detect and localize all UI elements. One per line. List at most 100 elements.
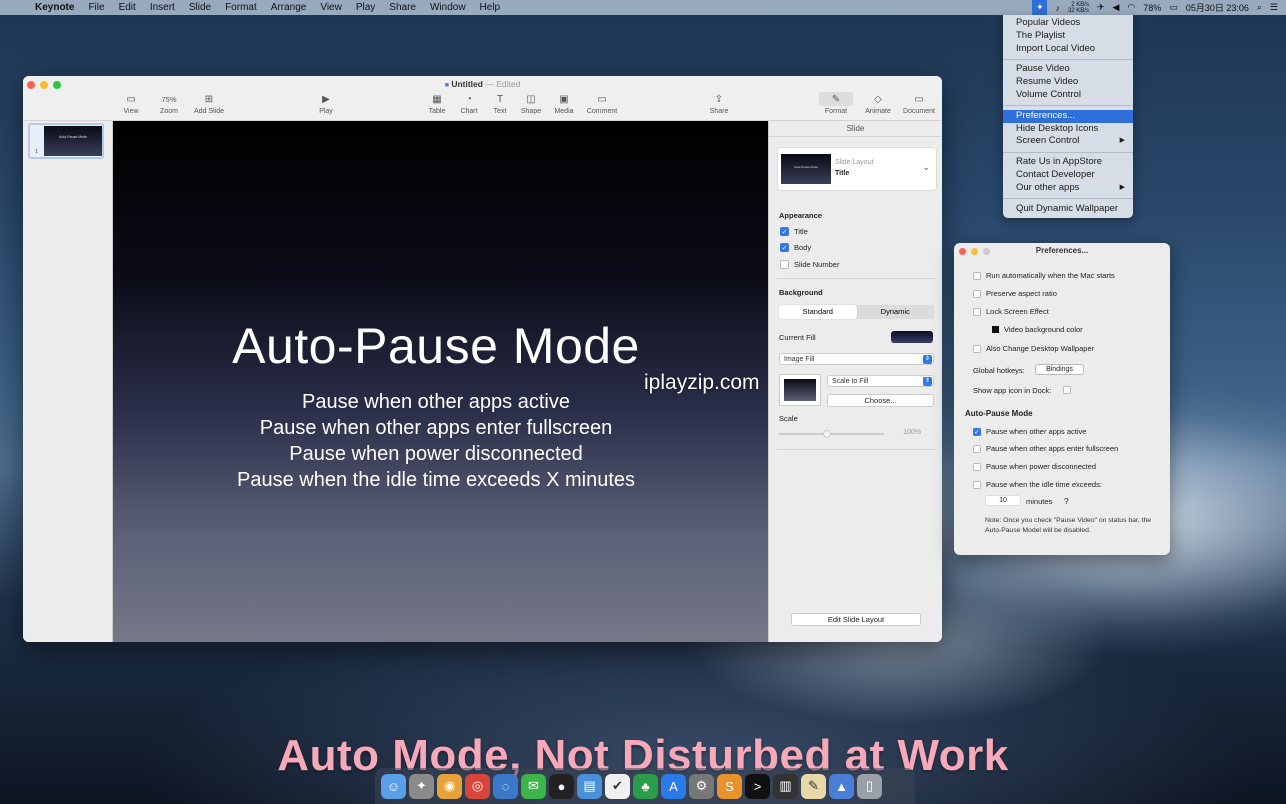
files-icon[interactable]: ▤: [577, 773, 602, 799]
zoom-popup[interactable]: 75% Zoom: [151, 94, 187, 115]
wechat-icon[interactable]: ✉: [521, 773, 546, 799]
media-button[interactable]: ▣ Media: [551, 94, 577, 115]
menu-insert[interactable]: Insert: [143, 2, 182, 13]
clock[interactable]: 05月30日 23:06: [1186, 1, 1249, 14]
launchpad-icon[interactable]: ✦: [409, 773, 434, 799]
pause-fullscreen-row[interactable]: Pause when other apps enter fullscreen: [973, 444, 1118, 453]
lock-screen-checkbox[interactable]: [973, 307, 981, 316]
dock-icon-checkbox[interactable]: [1063, 386, 1071, 394]
pause-power-row[interactable]: Pause when power disconnected: [973, 462, 1096, 471]
menu-window[interactable]: Window: [423, 2, 473, 13]
change-desktop-row[interactable]: Also Change Desktop Wallpaper: [973, 344, 1094, 353]
title-checkbox-row[interactable]: ✓ Title: [780, 227, 808, 236]
play-button[interactable]: ▶ Play: [313, 94, 339, 115]
image-well[interactable]: [779, 374, 821, 406]
lock-screen-row[interactable]: Lock Screen Effect: [973, 307, 1049, 316]
menu-item-rate-us[interactable]: Rate Us in AppStore: [1003, 156, 1133, 169]
menu-edit[interactable]: Edit: [112, 2, 143, 13]
notes-icon[interactable]: ✎: [801, 773, 826, 799]
change-desktop-checkbox[interactable]: [973, 344, 981, 353]
slider-knob[interactable]: [823, 430, 831, 438]
view-button[interactable]: ▭ View: [119, 94, 143, 115]
control-center-icon[interactable]: ☰: [1270, 2, 1278, 13]
music-status-icon[interactable]: ♪: [1055, 3, 1060, 13]
menu-item-resume-video[interactable]: Resume Video: [1003, 76, 1133, 89]
pause-apps-active-row[interactable]: ✓ Pause when other apps active: [973, 427, 1086, 436]
menu-view[interactable]: View: [313, 2, 349, 13]
minimize-button[interactable]: [971, 248, 978, 255]
chrome-icon[interactable]: ◉: [437, 773, 462, 799]
plane-icon[interactable]: ✈: [1097, 2, 1105, 13]
menu-item-hide-desktop-icons[interactable]: Hide Desktop Icons: [1003, 123, 1133, 136]
pause-apps-active-checkbox[interactable]: ✓: [973, 427, 981, 436]
menu-item-contact-developer[interactable]: Contact Developer: [1003, 169, 1133, 182]
dynamic-segment[interactable]: Dynamic: [857, 305, 935, 319]
close-button[interactable]: [959, 248, 966, 255]
menu-help[interactable]: Help: [473, 2, 508, 13]
inspector-tab-slide[interactable]: Slide: [769, 121, 942, 137]
menu-item-pause-video[interactable]: Pause Video: [1003, 63, 1133, 76]
document-button[interactable]: ▭ Document: [900, 94, 938, 115]
edit-slide-layout-button[interactable]: Edit Slide Layout: [791, 613, 921, 626]
menu-item-other-apps[interactable]: Our other apps ▶: [1003, 182, 1133, 195]
menu-play[interactable]: Play: [349, 2, 382, 13]
menu-item-quit[interactable]: Quit Dynamic Wallpaper: [1003, 203, 1133, 216]
body-checkbox-row[interactable]: ✓ Body: [780, 243, 811, 252]
keynote-icon[interactable]: ▲: [829, 773, 854, 799]
format-button[interactable]: ✎ Format: [821, 94, 851, 115]
slide-body[interactable]: Pause when other apps active Pause when …: [113, 389, 759, 493]
menu-file[interactable]: File: [81, 2, 111, 13]
run-automatically-row[interactable]: Run automatically when the Mac starts: [973, 271, 1115, 280]
pause-fullscreen-checkbox[interactable]: [973, 444, 981, 453]
run-automatically-checkbox[interactable]: [973, 271, 981, 280]
browser-icon[interactable]: ◌: [493, 773, 518, 799]
tasks-icon[interactable]: ✔: [605, 773, 630, 799]
add-slide-button[interactable]: ⊞ Add Slide: [191, 94, 227, 115]
volume-icon[interactable]: ◀: [1113, 2, 1120, 13]
bindings-button[interactable]: Bindings: [1035, 364, 1084, 375]
wifi-icon[interactable]: ◠: [1127, 2, 1135, 13]
pause-power-checkbox[interactable]: [973, 462, 981, 471]
table-button[interactable]: ▦ Table: [425, 94, 449, 115]
weibo-icon[interactable]: ◎: [465, 773, 490, 799]
scale-value-field[interactable]: 100%: [889, 427, 933, 439]
evernote-icon[interactable]: ♣: [633, 773, 658, 799]
menu-item-screen-control[interactable]: Screen Control ▶: [1003, 135, 1133, 148]
help-button[interactable]: ?: [1064, 496, 1069, 506]
menu-item-popular-videos[interactable]: Popular Videos: [1003, 17, 1133, 30]
finder-icon[interactable]: ☺: [381, 773, 406, 799]
menu-keynote[interactable]: Keynote: [28, 2, 81, 13]
pause-idle-checkbox[interactable]: [973, 480, 981, 489]
slide-number-checkbox-row[interactable]: Slide Number: [780, 260, 839, 269]
slide-number-checkbox[interactable]: [780, 260, 789, 269]
slide-thumbnail[interactable]: 1 Auto-Pause Mode: [28, 123, 104, 159]
dynamic-wallpaper-status-icon[interactable]: ✦: [1032, 0, 1048, 15]
current-fill-swatch[interactable]: [891, 331, 933, 343]
menu-arrange[interactable]: Arrange: [264, 2, 314, 13]
appstore-icon[interactable]: A: [661, 773, 686, 799]
choose-image-button[interactable]: Choose...: [827, 394, 934, 407]
search-icon[interactable]: ⌕: [1257, 2, 1262, 13]
menu-item-playlist[interactable]: The Playlist: [1003, 30, 1133, 43]
menu-item-import-local-video[interactable]: Import Local Video: [1003, 43, 1133, 56]
activity-monitor-icon[interactable]: ▥: [773, 773, 798, 799]
body-checkbox[interactable]: ✓: [780, 243, 789, 252]
color-well[interactable]: [992, 326, 999, 333]
slide-title[interactable]: Auto-Pause Mode: [113, 317, 759, 375]
trash-icon[interactable]: ▯: [857, 773, 882, 799]
chart-button[interactable]: ◔ Chart: [457, 94, 481, 115]
fill-type-popup[interactable]: Image Fill ⇕: [779, 353, 934, 365]
slide-layout-picker[interactable]: Auto-Pause Mode Slide Layout Title ⌄: [777, 147, 937, 191]
scale-mode-popup[interactable]: Scale to Fill ⇕: [827, 375, 934, 387]
pause-idle-row[interactable]: Pause when the idle time exceeds:: [973, 480, 1102, 489]
share-button[interactable]: ⇪ Share: [707, 94, 731, 115]
sublime-icon[interactable]: S: [717, 773, 742, 799]
text-button[interactable]: T Text: [488, 94, 512, 115]
animate-button[interactable]: ◇ Animate: [861, 94, 895, 115]
aspect-ratio-row[interactable]: Preserve aspect ratio: [973, 289, 1057, 298]
menu-format[interactable]: Format: [218, 2, 264, 13]
settings-icon[interactable]: ⚙: [689, 773, 714, 799]
scale-slider[interactable]: [779, 430, 884, 438]
dock-icon-row[interactable]: [1063, 386, 1071, 394]
idle-minutes-input[interactable]: 10: [985, 495, 1021, 506]
